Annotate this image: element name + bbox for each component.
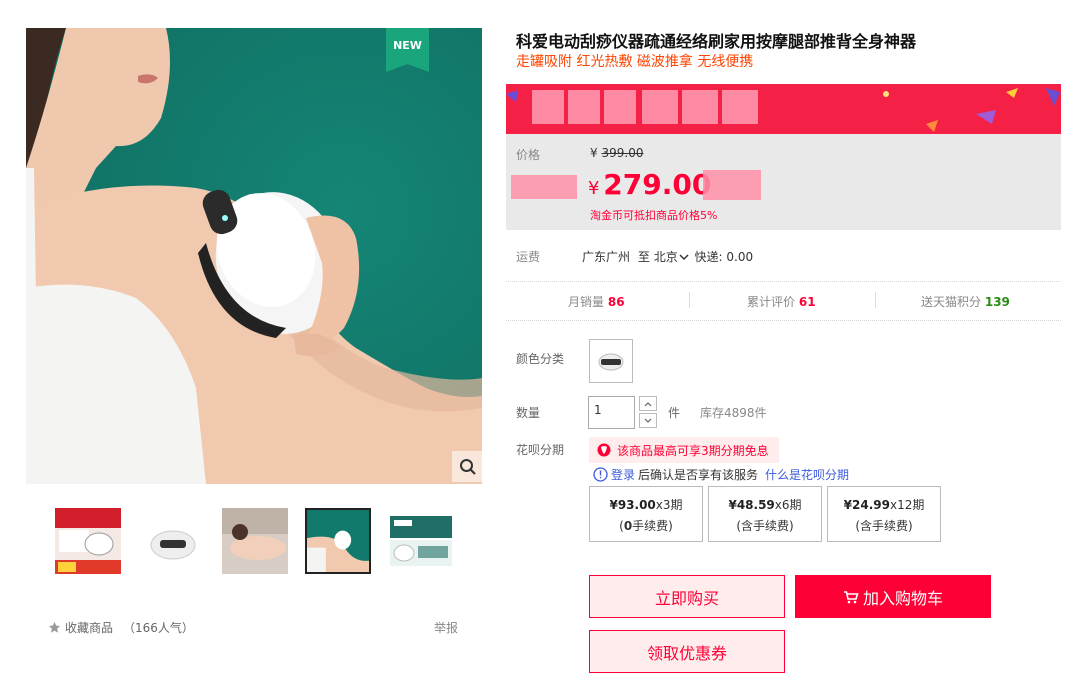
thumb-packaging-image xyxy=(388,508,454,574)
installment-periods: x12期 xyxy=(889,498,925,512)
chevron-down-icon xyxy=(679,254,689,261)
original-price-value: 399.00 xyxy=(601,146,644,160)
divider-bottom xyxy=(506,320,1061,321)
quantity-label: 数量 xyxy=(516,406,541,420)
installment-amount: ¥93.00 xyxy=(609,498,656,512)
sku-color-option[interactable] xyxy=(589,339,633,383)
thumb-device-white[interactable] xyxy=(140,508,206,574)
popularity-count: （166人气） xyxy=(123,621,194,635)
chevron-down-icon xyxy=(644,418,652,423)
favorite-button[interactable]: 收藏商品 （166人气） xyxy=(48,619,194,636)
color-label: 颜色分类 xyxy=(516,352,565,366)
shipping-info: 广东广州 至 北京 快递: 0.00 xyxy=(582,248,753,265)
current-price: ¥ 279.00 xyxy=(588,168,711,201)
thumb-device-image xyxy=(140,508,206,574)
current-currency: ¥ xyxy=(588,178,600,199)
monthly-sales-label: 月销量 xyxy=(568,295,605,309)
thumbnail-strip xyxy=(52,508,462,576)
thumb-shoulder-use[interactable] xyxy=(305,508,371,574)
huabei-label: 花呗分期 xyxy=(516,443,565,457)
login-confirm-text: 后确认是否享有该服务 xyxy=(638,468,759,482)
blurred-region-right xyxy=(703,170,761,200)
monthly-sales: 月销量 86 xyxy=(568,293,625,310)
main-product-image[interactable] xyxy=(26,28,482,484)
cart-icon xyxy=(843,590,859,603)
quantity-input[interactable]: 1 xyxy=(588,396,635,429)
tmall-points: 送天猫积分 139 xyxy=(921,293,1010,310)
report-link[interactable]: 举报 xyxy=(434,619,458,636)
reviews-label: 累计评价 xyxy=(747,295,796,309)
installment-periods: x6期 xyxy=(774,498,802,512)
shipping-origin: 广东广州 xyxy=(582,250,631,264)
shipping-to: 至 xyxy=(637,250,650,264)
huabei-login-note: 登录 后确认是否享有该服务 什么是花呗分期 xyxy=(593,466,849,483)
fee-bold: 0 xyxy=(623,519,633,533)
original-price: ¥ 399.00 xyxy=(590,146,643,160)
quantity-unit: 件 xyxy=(668,406,681,420)
shipping-destination-label: 北京 xyxy=(653,250,678,264)
login-link[interactable]: 登录 xyxy=(611,466,635,483)
stat-separator xyxy=(875,292,876,308)
favorite-label: 收藏商品 xyxy=(65,621,114,635)
huabei-promo-text: 该商品最高可享3期分期免息 xyxy=(617,443,769,458)
thumb-back-massage[interactable] xyxy=(222,508,288,574)
blurred-region-left xyxy=(511,175,577,199)
total-reviews[interactable]: 累计评价 61 xyxy=(747,293,816,310)
thumb-shoulder-image xyxy=(307,510,369,572)
search-icon xyxy=(459,458,476,475)
stat-separator xyxy=(689,292,690,308)
product-title: 科爱电动刮痧仪器疏通经络刷家用按摩腿部推背全身神器 xyxy=(516,32,917,51)
original-currency: ¥ xyxy=(590,146,598,160)
installment-amount: ¥24.99 xyxy=(843,498,890,512)
reviews-value: 61 xyxy=(798,295,816,309)
installment-option-12[interactable]: ¥24.99x12期 (含手续费) xyxy=(827,486,941,542)
installment-amount: ¥48.59 xyxy=(728,498,775,512)
add-to-cart-button[interactable]: 加入购物车 xyxy=(795,575,991,618)
product-photo xyxy=(26,28,482,484)
fee-suffix: 含手续费) xyxy=(860,519,913,533)
current-price-value: 279.00 xyxy=(603,168,712,201)
divider-top xyxy=(506,281,1061,282)
quantity-decrease-button[interactable] xyxy=(639,413,657,428)
taojinbi-note: 淘金币可抵扣商品价格5% xyxy=(590,209,718,222)
shipping-express: 快递: 0.00 xyxy=(694,250,754,264)
quantity-increase-button[interactable] xyxy=(639,396,657,411)
fee-suffix: 含手续费) xyxy=(741,519,794,533)
points-label: 送天猫积分 xyxy=(921,295,982,309)
price-label: 价格 xyxy=(516,148,541,162)
add-to-cart-label: 加入购物车 xyxy=(862,588,943,608)
thumb-promo-box[interactable] xyxy=(55,508,121,574)
product-subtitle: 走罐吸附 红光热敷 磁波推拿 无线便携 xyxy=(516,54,754,70)
star-icon xyxy=(48,621,61,633)
promo-banner xyxy=(506,84,1061,134)
get-coupon-button[interactable]: 领取优惠券 xyxy=(589,630,785,673)
chevron-up-icon xyxy=(644,401,652,406)
installment-option-3[interactable]: ¥93.00x3期 (0手续费) xyxy=(589,486,703,542)
huabei-icon xyxy=(597,443,611,457)
buy-now-button[interactable]: 立即购买 xyxy=(589,575,785,618)
points-value: 139 xyxy=(984,295,1010,309)
thumb-packaging[interactable] xyxy=(388,508,454,574)
promo-banner-graphic xyxy=(506,84,1061,134)
info-icon xyxy=(593,467,608,482)
installment-option-6[interactable]: ¥48.59x6期 (含手续费) xyxy=(708,486,822,542)
shipping-label: 运费 xyxy=(516,250,541,264)
huabei-promo: 该商品最高可享3期分期免息 xyxy=(589,437,779,463)
price-panel: 价格 ¥ 399.00 ¥ 279.00 淘金币可抵扣商品价格5% xyxy=(506,134,1061,230)
thumb-promo-image xyxy=(55,508,121,574)
thumb-back-image xyxy=(222,508,288,574)
device-thumbnail-icon xyxy=(598,353,624,371)
monthly-sales-value: 86 xyxy=(607,295,625,309)
zoom-button[interactable] xyxy=(452,451,483,482)
what-is-huabei-link[interactable]: 什么是花呗分期 xyxy=(765,466,849,483)
stock-count: 库存4898件 xyxy=(700,406,767,420)
shipping-destination[interactable]: 北京 xyxy=(654,250,693,264)
installment-periods: x3期 xyxy=(655,498,683,512)
fee-suffix: 手续费) xyxy=(632,519,673,533)
